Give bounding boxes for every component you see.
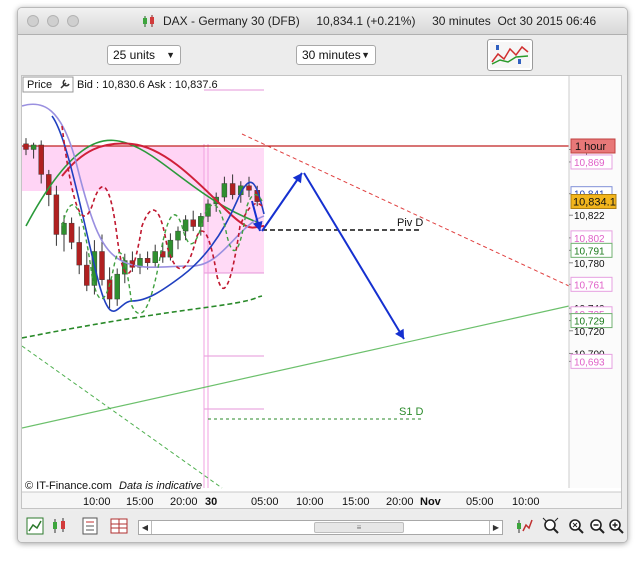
zoom-out-icon[interactable] bbox=[588, 517, 606, 535]
bottom-toolbar: ◀ ≡ ▶ bbox=[18, 511, 627, 542]
time-axis-label: 05:00 bbox=[251, 496, 279, 508]
time-axis-label: 10:00 bbox=[512, 496, 540, 508]
zoom-window-button[interactable] bbox=[67, 15, 79, 27]
candle-body bbox=[53, 194, 60, 235]
resistance-1h-label: 1 hour bbox=[575, 141, 607, 153]
price-selector-label: Price bbox=[27, 79, 52, 91]
time-axis-label: 10:00 bbox=[296, 496, 324, 508]
candlestick-app-icon bbox=[143, 15, 154, 27]
scroll-right-icon[interactable]: ▶ bbox=[489, 521, 502, 534]
candle bbox=[68, 217, 75, 250]
chart-window: DAX - Germany 30 (DFB) 10,834.1 (+0.21%)… bbox=[17, 7, 628, 543]
candle bbox=[129, 251, 136, 272]
candle-body bbox=[152, 251, 158, 264]
time-axis-label: 10:00 bbox=[83, 496, 111, 508]
zoom-in-icon[interactable] bbox=[607, 517, 625, 535]
candle bbox=[175, 226, 181, 250]
candle bbox=[76, 226, 82, 275]
scrollbar-thumb[interactable]: ≡ bbox=[314, 522, 404, 533]
indicator-icon[interactable] bbox=[81, 517, 99, 535]
candle bbox=[114, 268, 120, 306]
moving-average-green-dashed bbox=[22, 295, 263, 339]
chart-area[interactable]: Piv DS1 D10,86910,88010,84110,82210,8021… bbox=[21, 75, 622, 509]
time-axis-label: 20:00 bbox=[170, 496, 198, 508]
candle bbox=[53, 185, 60, 246]
candle-body bbox=[76, 242, 82, 266]
candle-body bbox=[99, 251, 105, 280]
price-axis-label: 10,693 bbox=[574, 357, 605, 368]
units-dropdown[interactable]: 25 units ▼ bbox=[107, 45, 181, 65]
price-axis-label: 10,780 bbox=[574, 259, 605, 270]
price-axis-label: 10,720 bbox=[574, 327, 605, 338]
candle-body bbox=[68, 222, 75, 243]
candle-body bbox=[198, 216, 204, 227]
candle-body bbox=[246, 185, 252, 191]
candle bbox=[190, 210, 196, 232]
time-axis-label: 30 bbox=[205, 496, 217, 508]
candle bbox=[106, 267, 113, 309]
timeframe-dropdown[interactable]: 30 minutes ▼ bbox=[296, 45, 376, 65]
candle-body bbox=[190, 219, 196, 227]
scroll-left-icon[interactable]: ◀ bbox=[139, 521, 152, 534]
time-axis-label: 05:00 bbox=[466, 496, 494, 508]
candle-body bbox=[114, 273, 120, 300]
minimize-window-button[interactable] bbox=[47, 15, 59, 27]
price-axis-label: 10,822 bbox=[574, 211, 605, 222]
timeframe-dropdown-value: 30 minutes bbox=[302, 48, 361, 62]
chevron-down-icon: ▼ bbox=[361, 50, 370, 60]
copyright-label: © IT-Finance.com bbox=[25, 480, 112, 492]
candle bbox=[84, 251, 90, 292]
dashed-trend-line bbox=[22, 345, 223, 489]
time-axis-label: 15:00 bbox=[126, 496, 154, 508]
candle bbox=[152, 244, 158, 268]
candle bbox=[61, 215, 67, 252]
price-axis-label: 10,869 bbox=[574, 158, 605, 169]
candle-body bbox=[30, 144, 37, 150]
window-title: DAX - Germany 30 (DFB) 10,834.1 (+0.21%)… bbox=[163, 14, 597, 28]
candle-body bbox=[229, 183, 236, 196]
price-chart[interactable]: Piv DS1 D10,86910,88010,84110,82210,8021… bbox=[22, 76, 621, 508]
zoom-fit-icon[interactable] bbox=[542, 517, 560, 535]
time-axis-label: Nov bbox=[420, 496, 442, 508]
pivot-label: Piv D bbox=[397, 217, 423, 229]
candle-body bbox=[84, 264, 90, 286]
rising-trend-line bbox=[22, 305, 570, 429]
price-axis-label: 10,791 bbox=[574, 246, 605, 257]
candle-body bbox=[106, 279, 113, 300]
toolbar: 25 units ▼ 30 minutes ▼ bbox=[18, 35, 627, 75]
time-scrollbar[interactable]: ◀ ≡ ▶ bbox=[138, 520, 503, 535]
candle-body bbox=[144, 258, 151, 264]
forecast-arrow-head bbox=[292, 173, 302, 184]
time-axis-label: 15:00 bbox=[342, 496, 370, 508]
candle-body bbox=[175, 230, 181, 241]
title-bar: DAX - Germany 30 (DFB) 10,834.1 (+0.21%)… bbox=[18, 8, 627, 35]
current-price-label: 10,834.1 bbox=[573, 197, 616, 209]
chevron-down-icon: ▼ bbox=[166, 50, 175, 60]
time-axis-label: 20:00 bbox=[386, 496, 414, 508]
bid-ask-readout: Bid : 10,830.6 Ask : 10,837.6 bbox=[77, 79, 218, 91]
units-dropdown-value: 25 units bbox=[113, 48, 156, 62]
draw-tools-icon[interactable] bbox=[515, 517, 533, 535]
price-axis-label: 10,761 bbox=[574, 280, 605, 291]
falling-trend-line bbox=[241, 133, 570, 287]
forecast-arrow-line bbox=[261, 172, 303, 232]
zoom-reset-icon[interactable] bbox=[567, 517, 585, 535]
close-window-button[interactable] bbox=[27, 15, 39, 27]
candle-body bbox=[38, 144, 44, 175]
support-label: S1 D bbox=[399, 406, 424, 418]
trend-strategy-icon[interactable] bbox=[487, 39, 533, 71]
candle-body bbox=[221, 183, 228, 198]
disclaimer-label: Data is indicative bbox=[119, 480, 202, 492]
candle-body bbox=[182, 219, 189, 232]
forecast-arrow-line bbox=[303, 172, 405, 340]
chart-type-icon[interactable] bbox=[26, 517, 44, 535]
candlestick-icon[interactable] bbox=[50, 517, 68, 535]
candle-body bbox=[23, 143, 29, 150]
grid-icon[interactable] bbox=[110, 517, 128, 535]
candle bbox=[137, 253, 143, 275]
